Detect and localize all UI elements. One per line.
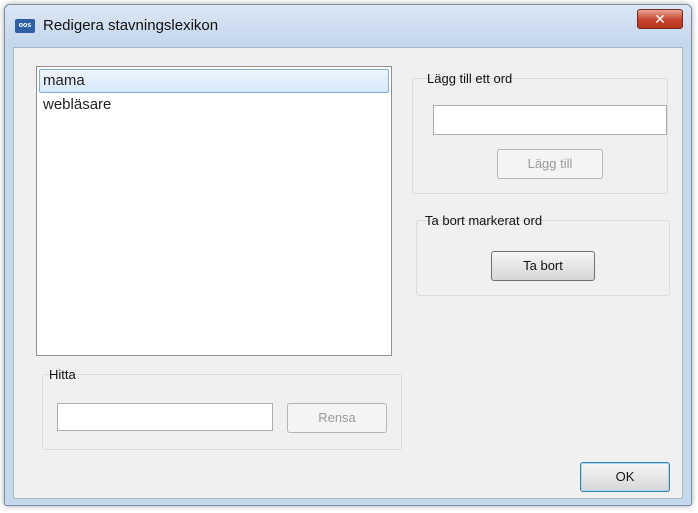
add-word-button[interactable]: Lägg till [497, 149, 603, 179]
clear-button[interactable]: Rensa [287, 403, 387, 433]
list-item[interactable]: webläsare [39, 93, 389, 117]
ok-button[interactable]: OK [580, 462, 670, 492]
find-input[interactable] [57, 403, 273, 431]
list-item[interactable]: mama [39, 69, 389, 93]
title-bar[interactable]: oos Redigera stavningslexikon ✕ [5, 5, 691, 47]
list-item-label: webläsare [43, 96, 112, 113]
list-item-label: mama [43, 72, 85, 89]
app-icon: oos [15, 19, 35, 33]
find-group: Hitta Rensa [42, 367, 402, 450]
remove-word-button[interactable]: Ta bort [491, 251, 595, 281]
add-word-group-title: Lägg till ett ord [427, 71, 513, 86]
word-list[interactable]: mama webläsare [36, 66, 392, 356]
find-group-title: Hitta [49, 367, 76, 382]
close-button[interactable]: ✕ [637, 9, 683, 29]
add-word-input[interactable] [433, 105, 667, 135]
remove-word-group-title: Ta bort markerat ord [425, 213, 543, 228]
close-icon: ✕ [654, 11, 666, 27]
dialog-client-area: mama webläsare Hitta Rensa Lägg till ett… [13, 47, 683, 499]
window-title: Redigera stavningslexikon [43, 17, 219, 34]
dialog-window: oos Redigera stavningslexikon ✕ mama web… [4, 4, 692, 506]
remove-word-group: Ta bort markerat ord Ta bort [416, 213, 670, 296]
add-word-group: Lägg till ett ord Lägg till [412, 71, 668, 194]
